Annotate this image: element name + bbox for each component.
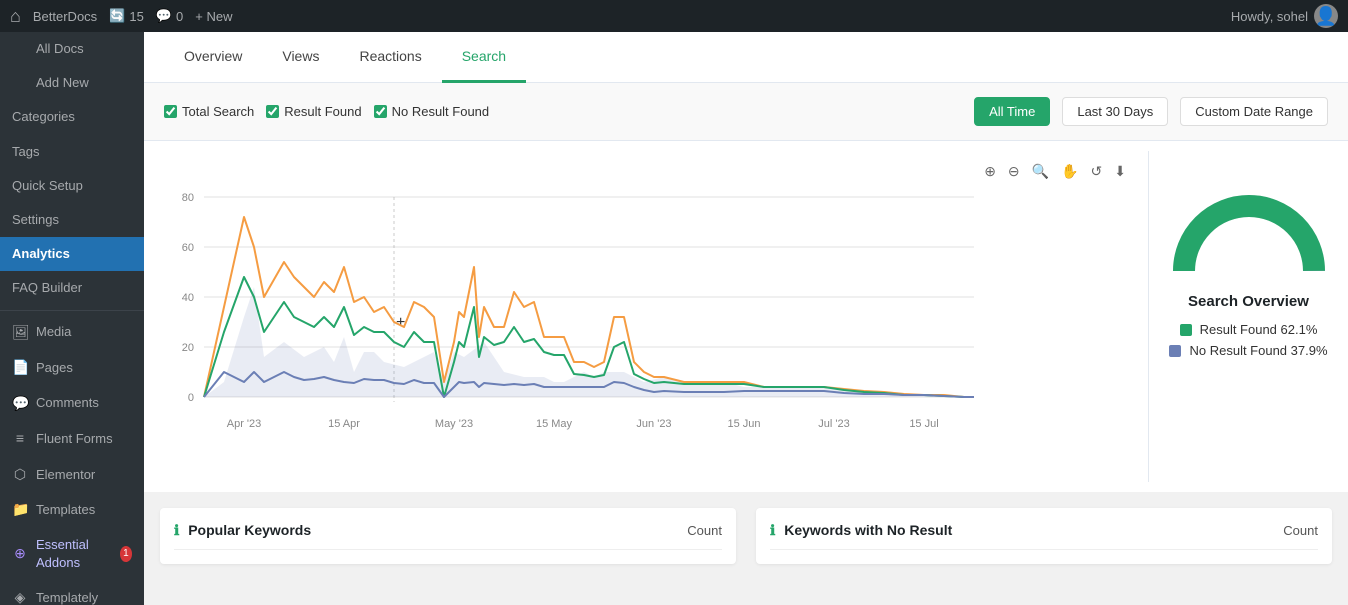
svg-text:May '23: May '23 (435, 418, 473, 430)
chart-svg[interactable]: 0 20 40 60 80 Apr '23 15 Apr May '23 15 … (164, 187, 1138, 472)
chart-container: ⊕ ⊖ 🔍 ✋ ↺ ⬇ (144, 141, 1348, 492)
legend-result-found: Result Found 62.1% (1180, 322, 1318, 337)
filter-last-30-days[interactable]: Last 30 Days (1062, 97, 1168, 126)
keywords-no-result-info-icon: ℹ (770, 522, 775, 538)
sidebar-item-pages[interactable]: 📄 Pages (0, 350, 144, 386)
keywords-no-result-header: ℹ Keywords with No Result Count (770, 522, 1318, 550)
new-button[interactable]: + New (195, 9, 232, 24)
sidebar-item-tags[interactable]: Tags (0, 135, 144, 169)
sidebar-item-templately[interactable]: ◈ Templately (0, 580, 144, 605)
pan-button[interactable]: ✋ (1059, 161, 1080, 182)
svg-text:15 May: 15 May (536, 418, 573, 430)
admin-bar-right: Howdy, sohel 👤 (1231, 4, 1338, 28)
elementor-icon: ⬡ (12, 465, 28, 485)
sidebar-item-add-new[interactable]: Add New (0, 66, 144, 100)
no-result-found-dot (1169, 345, 1181, 357)
site-name[interactable]: BetterDocs (33, 9, 97, 24)
sidebar-item-quick-setup[interactable]: Quick Setup (0, 169, 144, 203)
tabs-bar: Overview Views Reactions Search (144, 32, 1348, 83)
filter-custom-date-range[interactable]: Custom Date Range (1180, 97, 1328, 126)
svg-text:15 Apr: 15 Apr (328, 418, 360, 430)
svg-text:Apr '23: Apr '23 (227, 418, 262, 430)
svg-text:Jun '23: Jun '23 (636, 418, 671, 430)
filter-total-search[interactable]: Total Search (164, 104, 254, 119)
chart-toolbar: ⊕ ⊖ 🔍 ✋ ↺ ⬇ (164, 161, 1138, 182)
admin-bar: ⌂ BetterDocs 🔄 15 💬 0 + New Howdy, sohel… (0, 0, 1348, 32)
templates-icon: 📁 (12, 500, 28, 520)
tab-views[interactable]: Views (262, 32, 339, 83)
tab-overview[interactable]: Overview (164, 32, 262, 83)
donut-chart (1169, 171, 1329, 281)
keywords-no-result-table: ℹ Keywords with No Result Count (756, 508, 1332, 564)
popular-keywords-header: ℹ Popular Keywords Count (174, 522, 722, 550)
bottom-tables: ℹ Popular Keywords Count ℹ Keywords with… (144, 492, 1348, 580)
svg-text:+: + (396, 314, 405, 331)
popular-keywords-table: ℹ Popular Keywords Count (160, 508, 736, 564)
sidebar-item-all-docs[interactable]: All Docs (0, 32, 144, 66)
update-icon: 🔄 (109, 8, 125, 24)
refresh-button[interactable]: ↺ (1089, 161, 1105, 182)
filter-result-found[interactable]: Result Found (266, 104, 361, 119)
filter-bar: Total Search Result Found No Result Foun… (144, 83, 1348, 141)
result-found-dot (1180, 324, 1192, 336)
sidebar-item-settings[interactable]: Settings (0, 203, 144, 237)
fluent-forms-icon: ≡ (12, 429, 28, 449)
svg-text:80: 80 (182, 192, 194, 204)
sidebar-item-essential-addons[interactable]: ⊕ Essential Addons 1 (0, 528, 144, 580)
svg-text:Jul '23: Jul '23 (818, 418, 849, 430)
svg-text:60: 60 (182, 242, 194, 254)
pages-icon: 📄 (12, 358, 28, 378)
comment-icon: 💬 (156, 8, 172, 24)
chart-main: ⊕ ⊖ 🔍 ✋ ↺ ⬇ (144, 151, 1148, 482)
sidebar-item-analytics[interactable]: Analytics (0, 237, 144, 271)
templately-icon: ◈ (12, 588, 28, 605)
svg-text:15 Jul: 15 Jul (909, 418, 938, 430)
comments-count[interactable]: 💬 0 (156, 8, 183, 24)
media-icon: 🖼 (12, 323, 28, 343)
svg-text:0: 0 (188, 392, 194, 404)
sidebar-item-comments[interactable]: 💬 Comments (0, 386, 144, 422)
content-area: Overview Views Reactions Search Total Se… (144, 32, 1348, 605)
sidebar-item-elementor[interactable]: ⬡ Elementor (0, 457, 144, 493)
essential-addons-badge: 1 (120, 546, 132, 562)
comments-icon: 💬 (12, 394, 28, 414)
sidebar-item-fluent-forms[interactable]: ≡ Fluent Forms (0, 421, 144, 457)
search-overview-title: Search Overview (1188, 293, 1309, 310)
filter-all-time[interactable]: All Time (974, 97, 1050, 126)
updates-count[interactable]: 🔄 15 (109, 8, 144, 24)
svg-text:15 Jun: 15 Jun (727, 418, 760, 430)
search-overview-panel: Search Overview Result Found 62.1% No Re… (1148, 151, 1348, 482)
popular-keywords-info-icon: ℹ (174, 522, 179, 538)
sidebar-item-templates[interactable]: 📁 Templates (0, 492, 144, 528)
sidebar-item-categories[interactable]: Categories (0, 100, 144, 134)
svg-text:20: 20 (182, 342, 194, 354)
wp-logo-icon: ⌂ (10, 6, 21, 27)
essential-addons-icon: ⊕ (12, 544, 28, 564)
sidebar-item-faq-builder[interactable]: FAQ Builder (0, 271, 144, 305)
zoom-reset-button[interactable]: 🔍 (1030, 161, 1051, 182)
download-button[interactable]: ⬇ (1112, 161, 1128, 182)
zoom-in-button[interactable]: ⊕ (982, 161, 998, 182)
user-greeting: Howdy, sohel (1231, 9, 1308, 24)
sidebar-item-media[interactable]: 🖼 Media (0, 315, 144, 351)
avatar[interactable]: 👤 (1314, 4, 1338, 28)
zoom-out-button[interactable]: ⊖ (1006, 161, 1022, 182)
legend-no-result-found: No Result Found 37.9% (1169, 343, 1327, 358)
tab-search[interactable]: Search (442, 32, 526, 83)
sidebar: All Docs Add New Categories Tags Quick S… (0, 32, 144, 605)
filter-no-result-found[interactable]: No Result Found (374, 104, 490, 119)
svg-text:40: 40 (182, 292, 194, 304)
tab-reactions[interactable]: Reactions (339, 32, 441, 83)
